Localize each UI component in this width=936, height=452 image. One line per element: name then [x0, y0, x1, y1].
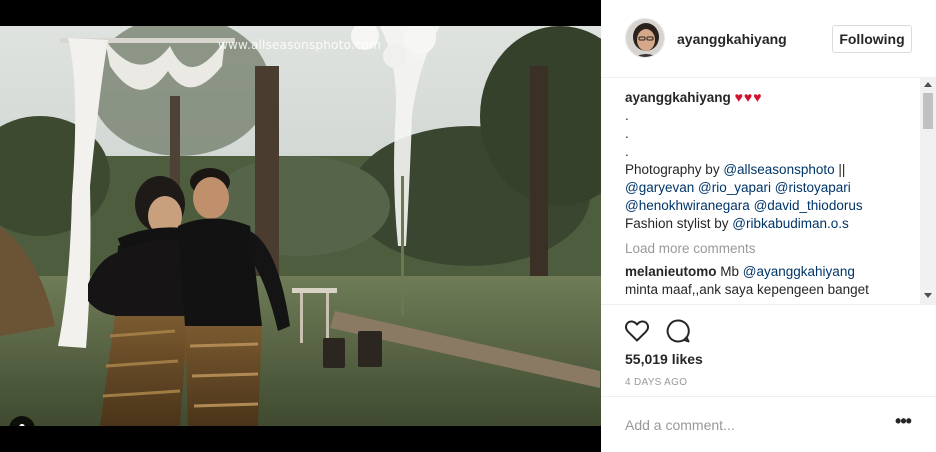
post-actions: 55,019 likes 4 DAYS AGO [601, 304, 936, 396]
like-button[interactable] [624, 318, 650, 344]
comment-button[interactable] [665, 318, 691, 344]
media-area: www.allseasonsphoto.com [0, 0, 601, 452]
caption-dot-line: . [625, 144, 629, 159]
author-avatar[interactable] [625, 18, 665, 58]
post-details-panel: ayanggkahiyang Following ayanggkahiyang … [601, 0, 936, 452]
instagram-post: www.allseasonsphoto.com ayanggkahiyang F… [0, 0, 936, 452]
post-header: ayanggkahiyang Following [601, 0, 936, 78]
comment-item: melanieutomo Mb @ayanggkahiyang minta ma… [625, 263, 915, 299]
caption-credits-line: @henokhwiranegara @david_thiodorus [625, 197, 915, 215]
mention-link[interactable]: @garyevan [625, 180, 694, 195]
stylist-prefix: Fashion stylist by [625, 216, 733, 231]
mention-link[interactable]: @ayanggkahiyang [743, 264, 855, 279]
caption-dot-line: . [625, 108, 629, 123]
hearts-emoji: ♥♥♥ [734, 89, 763, 105]
mention-link[interactable]: @allseasonsphoto [723, 162, 834, 177]
caption-username[interactable]: ayanggkahiyang [625, 90, 731, 105]
avatar-image [626, 19, 664, 57]
comment-text: minta maaf,,ank saya kepengeen banget [625, 282, 869, 297]
mention-link[interactable]: @henokhwiranegara [625, 198, 750, 213]
mention-link[interactable]: @david_thiodorus [754, 198, 863, 213]
caption-stylist-line: Fashion stylist by @ribkabudiman.o.s [625, 215, 915, 233]
photo-watermark: www.allseasonsphoto.com [218, 38, 382, 52]
caption-dot-line: . [625, 126, 629, 141]
likes-count[interactable]: 55,019 likes [625, 351, 703, 367]
caption-separator: || [834, 162, 846, 177]
add-comment-section: ••• [601, 396, 936, 452]
mention-link[interactable]: @ribkabudiman.o.s [732, 216, 849, 231]
comments-scrollbar[interactable] [920, 78, 936, 304]
add-comment-input[interactable] [625, 415, 885, 435]
caption-photography-line: Photography by @allseasonsphoto || [625, 161, 915, 179]
caption-credits-line: @garyevan @rio_yapari @ristoyapari [625, 179, 915, 197]
photography-prefix: Photography by [625, 162, 724, 177]
author-username[interactable]: ayanggkahiyang [677, 31, 787, 47]
more-options-button[interactable]: ••• [893, 412, 913, 435]
scrollbar-thumb[interactable] [923, 93, 933, 129]
scroll-up-arrow-icon[interactable] [924, 82, 932, 87]
post-photo[interactable]: www.allseasonsphoto.com [0, 26, 601, 426]
mention-link[interactable]: @ristoyapari [775, 180, 851, 195]
mention-link[interactable]: @rio_yapari [698, 180, 771, 195]
speech-bubble-icon [666, 319, 690, 343]
comment-prefix: Mb [720, 264, 743, 279]
following-button[interactable]: Following [832, 25, 912, 53]
user-tag-glyph [19, 423, 25, 426]
comments-list: ayanggkahiyang ♥♥♥ . . . Photography by … [625, 88, 915, 306]
heart-icon [624, 320, 650, 342]
photo-illustration [0, 26, 601, 426]
load-more-comments-link[interactable]: Load more comments [625, 240, 915, 258]
comment-username[interactable]: melanieutomo [625, 264, 717, 279]
post-timestamp[interactable]: 4 DAYS AGO [625, 377, 687, 388]
scroll-down-arrow-icon[interactable] [924, 293, 932, 298]
caption: ayanggkahiyang ♥♥♥ . . . Photography by … [625, 88, 915, 233]
